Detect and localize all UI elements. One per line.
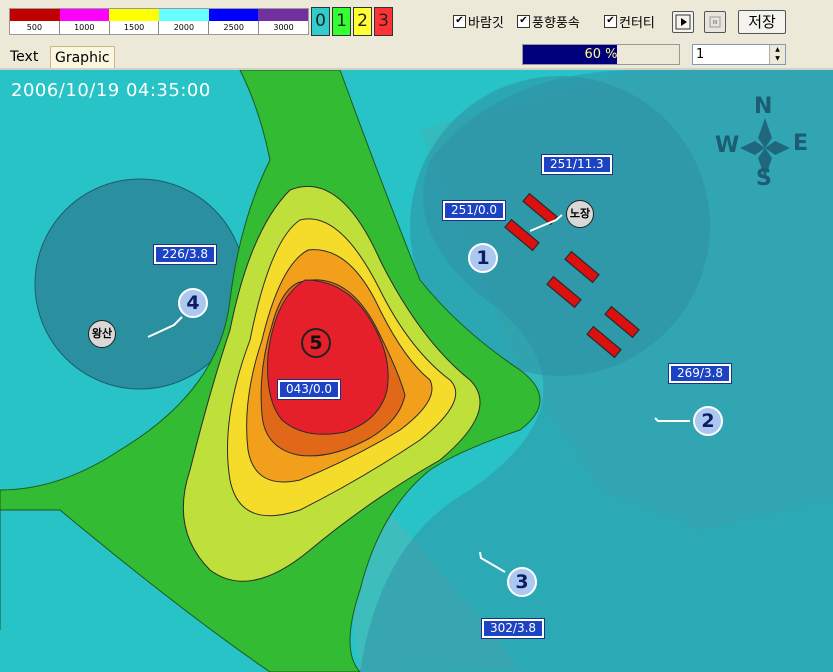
compass-s: S [756,166,772,191]
compass-e: E [793,131,808,156]
level-1-button[interactable]: 1 [332,7,351,36]
wind-value-label: 226/3.8 [152,244,218,265]
checkbox-check-icon: ✔ [453,15,466,28]
legend-tick: 1000 [58,21,109,34]
level-0-button[interactable]: 0 [311,7,330,36]
legend-tick: 500 [26,23,43,32]
place-marker-nojang[interactable]: 노장 [566,200,594,228]
progress-bar: 60 % [522,44,680,65]
pause-icon [709,16,721,28]
station-2-marker[interactable]: 2 [693,406,723,436]
place-marker-wangsan[interactable]: 왕산 [88,320,116,348]
level-2-button[interactable]: 2 [353,7,372,36]
wind-value-label: 251/11.3 [541,154,613,175]
tab-graphic[interactable]: Graphic [50,46,115,68]
down-arrow-icon: ▼ [775,55,780,62]
contour-label: 컨터티 [619,16,655,31]
spinner-arrows[interactable]: ▲ ▼ [769,45,785,64]
observation-timestamp: 2006/10/19 04:35:00 [11,80,211,101]
station-1-marker[interactable]: 1 [468,243,498,273]
station-5-marker[interactable]: 5 [301,328,331,358]
legend-swatch [258,9,309,21]
wind-barb-label: 바람깃 [468,16,504,31]
save-button[interactable]: 저장 [738,10,786,34]
checkbox-check-icon: ✔ [604,15,617,28]
compass-w: W [715,133,739,158]
compass-n: N [754,94,772,119]
level-3-button[interactable]: 3 [374,7,393,36]
legend-tick: 1500 [108,21,159,34]
play-button[interactable] [672,11,694,33]
wind-speed-label: 풍향풍속 [532,16,580,31]
toolbar: 500 1000 1500 2000 2500 3000 0 1 2 3 ✔ 바… [0,0,833,44]
level-buttons: 0 1 2 3 [311,7,395,36]
legend-swatch [59,9,110,21]
up-arrow-icon: ▲ [775,46,780,53]
wind-barb-checkbox[interactable]: ✔ 바람깃 [453,12,504,31]
tab-text[interactable]: Text [6,46,42,68]
contour-checkbox[interactable]: ✔ 컨터티 [604,12,655,31]
wind-value-label: 269/3.8 [667,363,733,384]
legend-tick: 2500 [208,21,258,34]
wind-value-label: 043/0.0 [276,379,342,400]
wind-speed-checkbox[interactable]: ✔ 풍향풍속 [517,12,580,31]
station-3-marker[interactable]: 3 [507,567,537,597]
pause-button[interactable] [704,11,726,33]
progress-label: 60 % [584,47,618,62]
legend-swatch [109,9,160,21]
legend-swatch [10,9,60,21]
station-4-marker[interactable]: 4 [178,288,208,318]
color-scale-legend: 500 1000 1500 2000 2500 3000 [9,8,309,35]
step-spinner[interactable]: 1 ▲ ▼ [692,44,786,65]
legend-swatch [208,9,259,21]
wind-value-label: 302/3.8 [480,618,546,639]
map-view[interactable]: N S W E 2006/10/19 04:35:00 251/11.3 251… [0,70,833,672]
legend-swatch [159,9,209,21]
play-icon [675,14,691,30]
legend-tick: 3000 [258,21,308,34]
checkbox-check-icon: ✔ [517,15,530,28]
legend-tick: 2000 [158,21,208,34]
wind-value-label: 251/0.0 [441,200,507,221]
step-value: 1 [696,47,705,62]
